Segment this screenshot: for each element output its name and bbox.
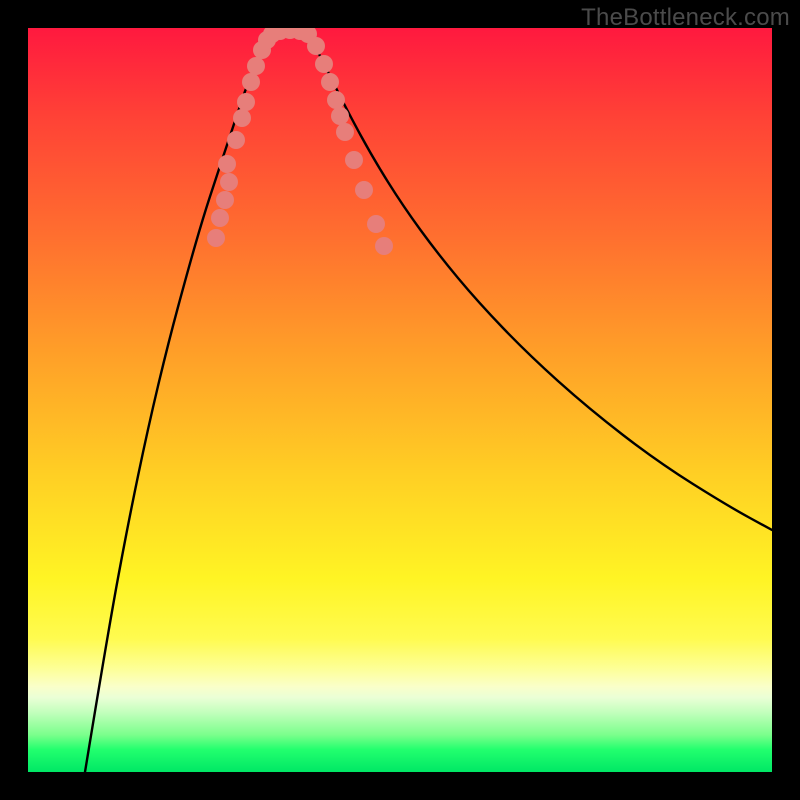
chart-frame: TheBottleneck.com: [0, 0, 800, 800]
marker-dot: [327, 91, 345, 109]
marker-dot: [315, 55, 333, 73]
marker-dot: [355, 181, 373, 199]
marker-dot: [242, 73, 260, 91]
chart-svg: [28, 28, 772, 772]
plot-area: [28, 28, 772, 772]
watermark-text: TheBottleneck.com: [581, 4, 790, 32]
marker-dot: [233, 109, 251, 127]
marker-dot: [237, 93, 255, 111]
marker-dot: [207, 229, 225, 247]
marker-dot: [367, 215, 385, 233]
marker-dot: [218, 155, 236, 173]
marker-dot: [307, 37, 325, 55]
marker-dot: [220, 173, 238, 191]
marker-dot: [336, 123, 354, 141]
marker-dot: [331, 107, 349, 125]
marker-dot: [345, 151, 363, 169]
marker-dot: [247, 57, 265, 75]
marker-dot: [227, 131, 245, 149]
marker-dot: [216, 191, 234, 209]
bottleneck-curve: [85, 29, 772, 773]
bottleneck-curve-path: [85, 29, 772, 773]
marker-dot: [375, 237, 393, 255]
marker-dot: [211, 209, 229, 227]
marker-dot: [321, 73, 339, 91]
